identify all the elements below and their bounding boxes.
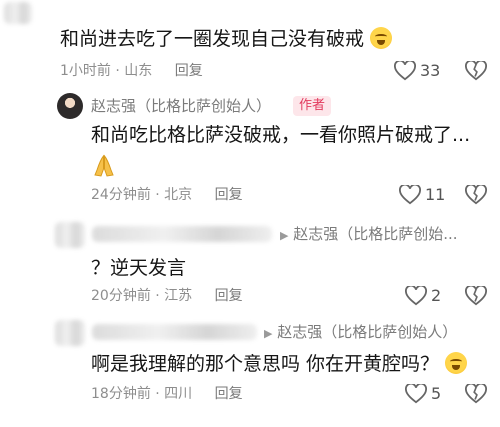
like-count: 2	[431, 286, 442, 305]
comment-time-location: 18分钟前 · 四川	[91, 386, 193, 402]
comment-text: 和尚吃比格比萨没破戒，一看你照片破戒了...	[91, 124, 471, 146]
heart-icon[interactable]	[405, 286, 427, 306]
like-count: 11	[425, 185, 446, 204]
avatar[interactable]	[57, 93, 83, 119]
like-count: 5	[431, 384, 442, 403]
blurred-avatar	[55, 222, 85, 248]
blurred-avatar	[55, 320, 85, 346]
broken-heart-icon[interactable]	[465, 286, 487, 306]
comment-time-location: 24分钟前 · 北京	[91, 187, 193, 203]
reply-to: ▶ 赵志强（比格比萨创始...	[280, 224, 458, 246]
heart-icon[interactable]	[399, 185, 421, 205]
reply-button[interactable]: 回复	[175, 63, 203, 79]
reply-to: ▶ 赵志强（比格比萨创始人）	[264, 322, 457, 344]
comment-time-location: 20分钟前 · 江苏	[91, 288, 193, 304]
comment-text: ？逆天发言	[91, 257, 187, 279]
blurred-avatar	[4, 2, 32, 24]
author-badge: 作者	[293, 96, 332, 116]
crying-laughing-emoji	[370, 27, 393, 49]
reply-to-name[interactable]: 赵志强（比格比萨创始人）	[277, 323, 457, 341]
broken-heart-icon[interactable]	[465, 384, 487, 404]
comment-text: 啊是我理解的那个意思吗 你在开黄腔吗？	[91, 352, 468, 376]
author-name[interactable]: 赵志强（比格比萨创始人）	[91, 96, 271, 116]
comment-meta: 20分钟前 · 江苏 回复	[91, 287, 243, 305]
comment-time-location: 1小时前 · 山东	[60, 63, 153, 79]
reply-button[interactable]: 回复	[215, 386, 243, 402]
reply-button[interactable]: 回复	[215, 187, 243, 203]
triangle-right-icon: ▶	[264, 327, 273, 340]
comment-text: 和尚进去吃了一圈发现自己没有破戒	[60, 27, 393, 51]
comment-meta: 1小时前 · 山东 回复	[60, 62, 203, 80]
broken-heart-icon[interactable]	[465, 185, 487, 205]
blurred-username	[92, 324, 257, 340]
heart-icon[interactable]	[405, 384, 427, 404]
like-count: 33	[420, 61, 441, 80]
comment-meta: 24分钟前 · 北京 回复	[91, 186, 243, 204]
reply-to-name[interactable]: 赵志强（比格比萨创始...	[293, 225, 457, 243]
comment-meta: 18分钟前 · 四川 回复	[91, 385, 243, 403]
reply-button[interactable]: 回复	[215, 288, 243, 304]
triangle-right-icon: ▶	[280, 229, 289, 242]
blurred-username	[92, 226, 272, 242]
praying-hands-emoji	[94, 154, 114, 177]
heart-icon[interactable]	[394, 61, 416, 81]
broken-heart-icon[interactable]	[465, 61, 487, 81]
crying-laughing-emoji	[445, 352, 468, 374]
